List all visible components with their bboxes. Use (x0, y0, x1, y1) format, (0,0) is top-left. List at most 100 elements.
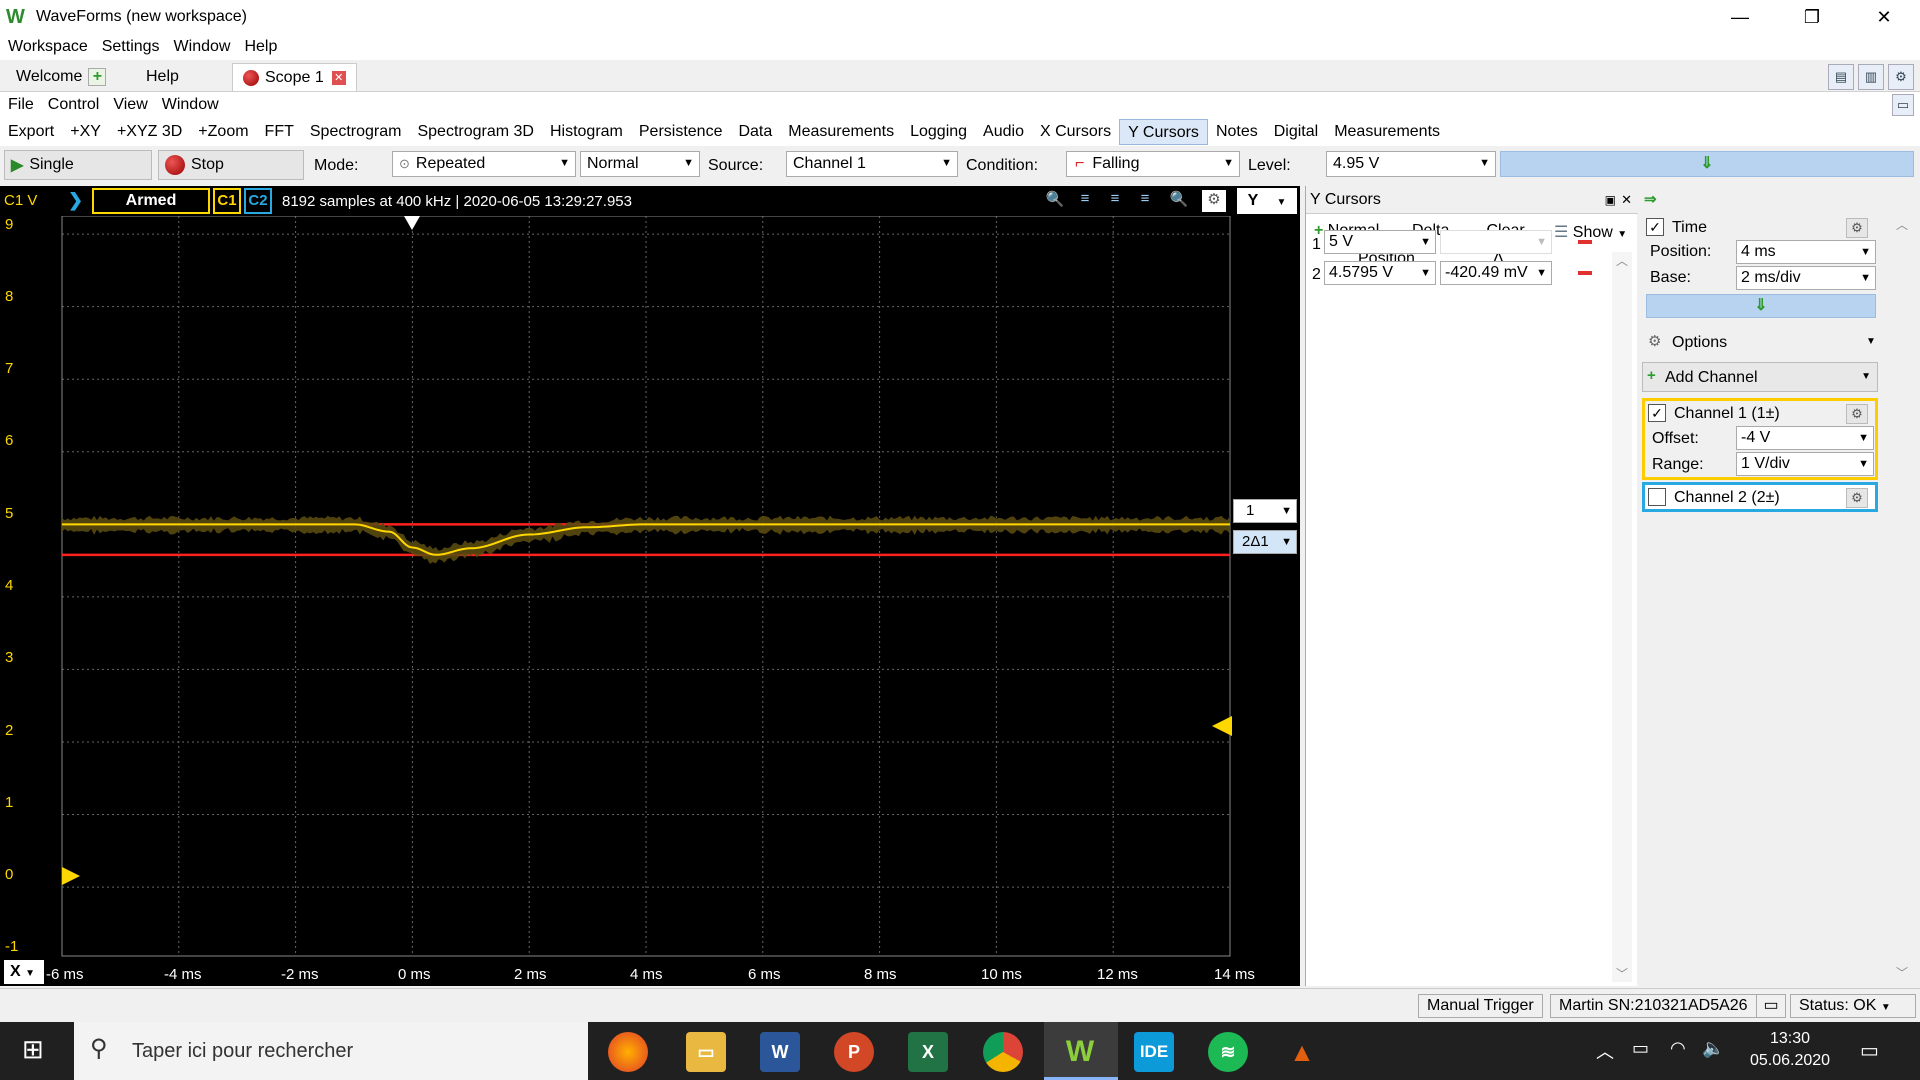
taskbar-search-box[interactable]: ⚲ Taper ici pour rechercher (74, 1022, 588, 1080)
close-tab-icon[interactable]: ✕ (331, 70, 346, 85)
tool-fft[interactable]: FFT (257, 119, 302, 145)
source-dropdown[interactable]: Channel 1 ▼ (786, 151, 958, 177)
menu-help[interactable]: Help (244, 38, 277, 56)
scroll-up-icon[interactable]: ︿ (1896, 216, 1908, 233)
cursor-1-position-field[interactable]: 5 V ▼ (1324, 230, 1436, 254)
menu-view[interactable]: View (113, 96, 147, 114)
device-icon[interactable]: ▭ (1756, 994, 1786, 1018)
menu-settings[interactable]: Settings (102, 38, 160, 56)
scroll-down-icon[interactable]: ﹀ (1896, 964, 1908, 981)
plot-svg[interactable] (0, 216, 1300, 958)
channel-2-gear-icon[interactable]: ⚙ (1846, 488, 1868, 508)
channel-2-toggle[interactable]: C2 (244, 188, 272, 214)
oscilloscope-plot[interactable]: 9 8 7 6 5 4 3 2 1 0 -1 1 ▼ 2Δ1 ▼ (0, 216, 1300, 986)
trigger-position-marker[interactable] (404, 216, 420, 230)
tray-expand-icon[interactable]: ︿ (1596, 1038, 1614, 1064)
options-menu[interactable]: Options (1672, 334, 1727, 352)
ide-icon[interactable]: IDE (1134, 1032, 1174, 1072)
tool-y-cursors[interactable]: Y Cursors (1119, 119, 1208, 145)
scroll-down-icon[interactable]: ﹀ (1616, 965, 1628, 982)
layout-tile-icon[interactable]: ▤ (1828, 64, 1854, 90)
level-dropdown[interactable]: 4.95 V ▼ (1326, 151, 1496, 177)
align-center-icon[interactable]: ≡ (1103, 190, 1127, 212)
channel-2-checkbox[interactable] (1648, 488, 1666, 506)
channel-1-checkbox[interactable]: ✓ (1648, 404, 1666, 422)
windows-start-icon[interactable]: ⊞ (22, 1034, 44, 1065)
zoom-in-icon[interactable]: 🔍 (1043, 190, 1067, 212)
minimize-button[interactable]: — (1710, 0, 1770, 34)
time-settings-gear-icon[interactable]: ⚙ (1846, 218, 1868, 238)
remove-cursor-2-button[interactable] (1578, 271, 1592, 275)
zoom-out-icon[interactable]: 🔍 (1167, 190, 1191, 212)
menu-window-scope[interactable]: Window (162, 96, 219, 114)
close-icon[interactable]: ✕ (1621, 186, 1632, 214)
cursor-1-tag[interactable]: 1 ▼ (1233, 499, 1297, 523)
menu-workspace[interactable]: Workspace (8, 38, 88, 56)
time-position-field[interactable]: 4 ms ▼ (1736, 240, 1876, 264)
add-channel-button[interactable]: + Add Channel ▼ (1642, 362, 1878, 392)
waveforms-taskbar-icon[interactable]: W (1060, 1032, 1100, 1072)
tab-scope-1[interactable]: Scope 1 ✕ (232, 63, 357, 91)
arrow-right-icon[interactable]: ❯ (68, 190, 83, 211)
single-button[interactable]: ▶ Single (4, 150, 152, 180)
word-icon[interactable]: W (760, 1032, 800, 1072)
tool-histogram[interactable]: Histogram (542, 119, 631, 145)
manual-trigger-button[interactable]: Manual Trigger (1418, 994, 1543, 1018)
mode-dropdown[interactable]: ⊙ Repeated ▼ (392, 151, 576, 177)
tool-spectrogram[interactable]: Spectrogram (302, 119, 410, 145)
menu-control[interactable]: Control (48, 96, 100, 114)
taskbar-clock[interactable]: 13:30 05.06.2020 (1740, 1028, 1840, 1072)
collapse-arrow-icon[interactable]: ⇒ (1644, 190, 1657, 208)
tool-logging[interactable]: Logging (902, 119, 975, 145)
layout-stack-icon[interactable]: ▥ (1858, 64, 1884, 90)
excel-icon[interactable]: X (908, 1032, 948, 1072)
tab-help[interactable]: Help (136, 63, 189, 91)
align-top-icon[interactable]: ≡ (1133, 190, 1157, 212)
tool-persistence[interactable]: Persistence (631, 119, 731, 145)
undock-icon[interactable]: ▣ (1605, 186, 1616, 214)
tool-measurements-2[interactable]: Measurements (1326, 119, 1448, 145)
tool-measurements[interactable]: Measurements (780, 119, 902, 145)
menu-window[interactable]: Window (174, 38, 231, 56)
matlab-icon[interactable]: ▲ (1282, 1032, 1322, 1072)
dock-window-icon[interactable]: ▭ (1892, 94, 1914, 116)
tool-data[interactable]: Data (730, 119, 780, 145)
tool-digital[interactable]: Digital (1266, 119, 1326, 145)
channel-1-gear-icon[interactable]: ⚙ (1846, 404, 1868, 424)
time-base-field[interactable]: 2 ms/div ▼ (1736, 266, 1876, 290)
firefox-icon[interactable] (608, 1032, 648, 1072)
status-indicator[interactable]: Status: OK ▼ (1790, 994, 1916, 1018)
tool-xyz-3d[interactable]: +XYZ 3D (109, 119, 190, 145)
tool-x-cursors[interactable]: X Cursors (1032, 119, 1119, 145)
spotify-icon[interactable]: ≋ (1208, 1032, 1248, 1072)
cursor-2-position-field[interactable]: 4.5795 V ▼ (1324, 261, 1436, 285)
cursor-2-delta-field[interactable]: -420.49 mV ▼ (1440, 261, 1552, 285)
tool-audio[interactable]: Audio (975, 119, 1032, 145)
tool-export[interactable]: Export (0, 119, 62, 145)
device-selector[interactable]: Martin SN:210321AD5A26 (1550, 994, 1757, 1018)
menu-file[interactable]: File (8, 96, 34, 114)
cursor-2-tag[interactable]: 2Δ1 ▼ (1233, 530, 1297, 554)
battery-icon[interactable]: ▭ (1632, 1038, 1649, 1059)
volume-icon[interactable]: 🔈 (1702, 1038, 1724, 1059)
notifications-icon[interactable]: ▭ (1860, 1038, 1879, 1063)
align-icon[interactable]: ≡ (1073, 190, 1097, 212)
settings-gear-icon[interactable]: ⚙ (1202, 190, 1226, 212)
remove-cursor-1-button[interactable] (1578, 240, 1592, 244)
close-button[interactable]: ✕ (1854, 0, 1914, 34)
trigger-level-marker[interactable] (1212, 716, 1232, 736)
condition-dropdown[interactable]: ⌐ Falling ▼ (1066, 151, 1240, 177)
x-axis-button[interactable]: X ▼ (4, 960, 44, 984)
maximize-button[interactable]: ❐ (1782, 0, 1842, 34)
file-explorer-icon[interactable]: ▭ (686, 1032, 726, 1072)
channel-1-range-field[interactable]: 1 V/div ▼ (1736, 452, 1874, 476)
show-menu-button[interactable]: ☰ Show ▼ (1554, 222, 1627, 242)
expand-arrow-down-icon[interactable]: ⇓ (1646, 294, 1876, 318)
stop-button[interactable]: Stop (158, 150, 304, 180)
y-axis-button[interactable]: Y ▼ (1237, 188, 1297, 214)
trigger-type-dropdown[interactable]: Normal ▼ (580, 151, 700, 177)
time-checkbox[interactable]: ✓ (1646, 218, 1664, 236)
chrome-icon[interactable] (983, 1032, 1023, 1072)
tool-spectrogram-3d[interactable]: Spectrogram 3D (409, 119, 542, 145)
scroll-up-icon[interactable]: ︿ (1616, 252, 1628, 269)
